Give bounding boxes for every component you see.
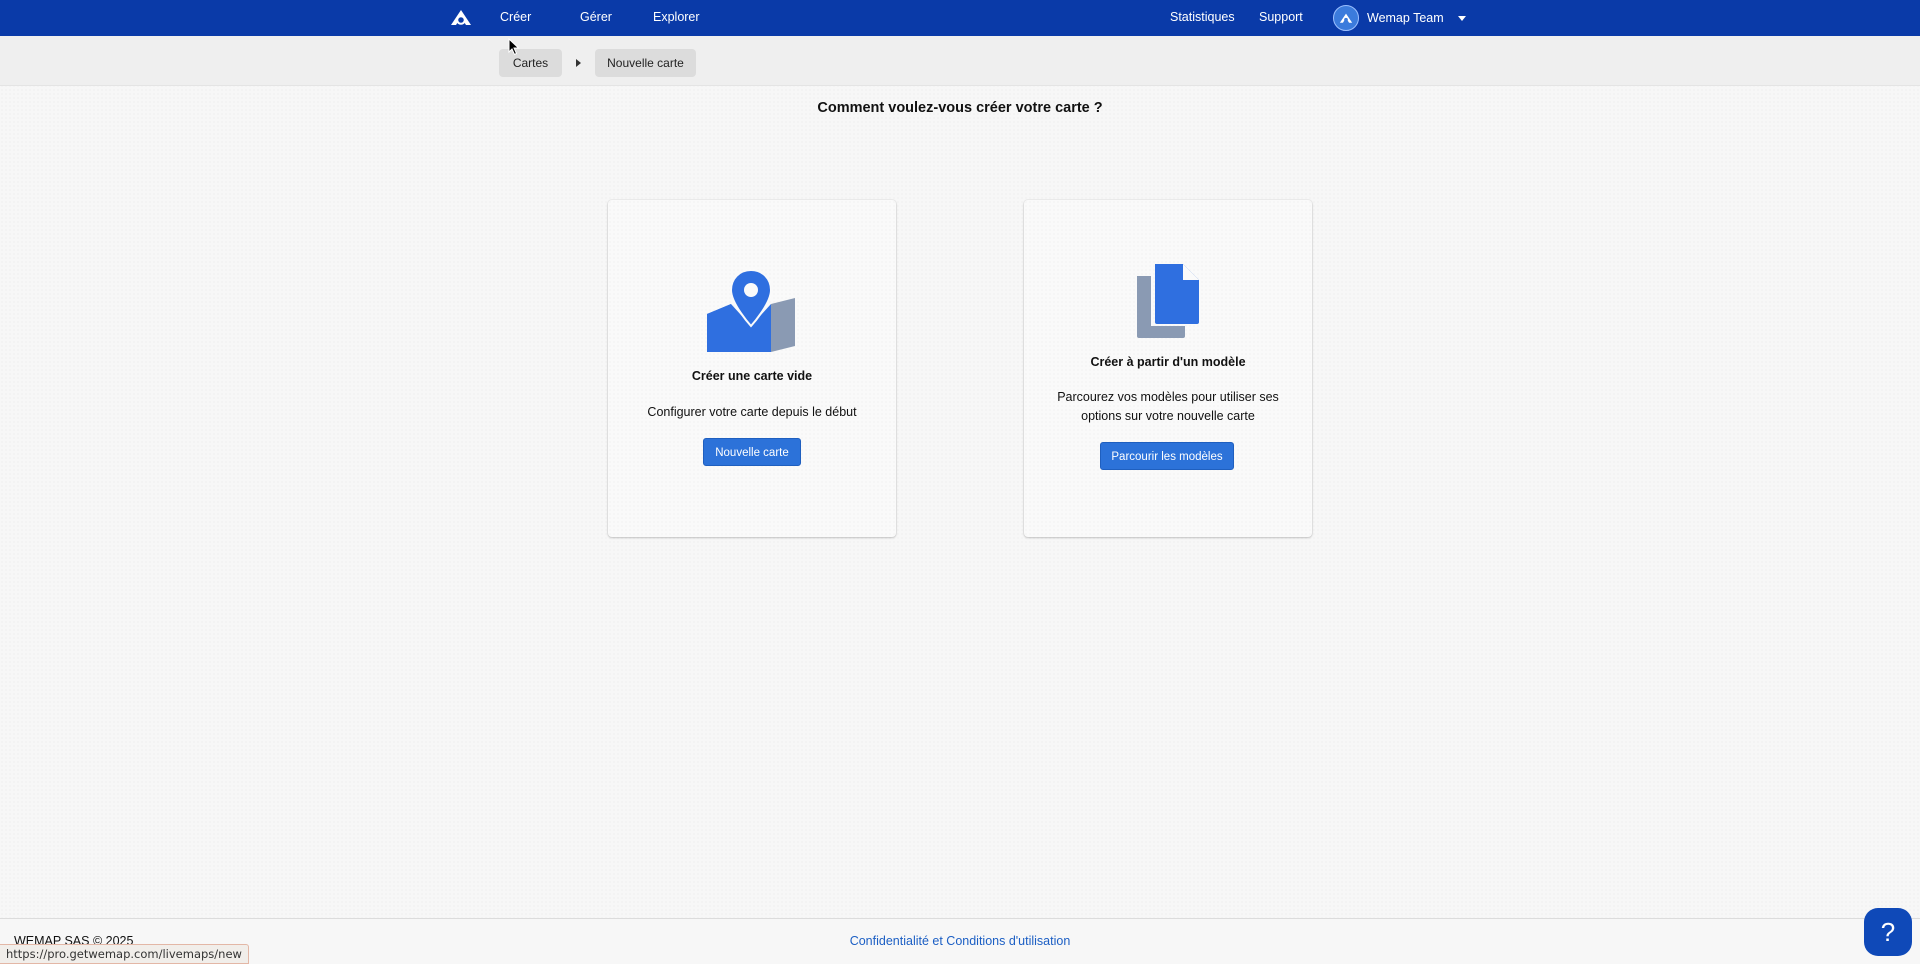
nav-support[interactable]: Support [1259, 0, 1303, 36]
create-from-template-card: Créer à partir d'un modèle Parcourez vos… [1024, 200, 1312, 537]
nav-create[interactable]: Créer [500, 0, 531, 36]
legal-link-row: Confidentialité et Conditions d'utilisat… [0, 934, 1920, 948]
user-menu[interactable]: Wemap Team [1333, 5, 1466, 31]
chevron-down-icon [1457, 15, 1466, 21]
privacy-terms-link[interactable]: Confidentialité et Conditions d'utilisat… [850, 934, 1071, 948]
browse-templates-button[interactable]: Parcourir les modèles [1100, 442, 1234, 470]
breadcrumb-new-map[interactable]: Nouvelle carte [595, 49, 696, 77]
new-map-button[interactable]: Nouvelle carte [703, 438, 801, 466]
wemap-avatar-icon [1339, 13, 1353, 23]
mouse-cursor-icon [508, 38, 520, 56]
card-description: Parcourez vos modèles pour utiliser ses … [1057, 390, 1279, 423]
wemap-logo-icon[interactable] [448, 8, 474, 28]
breadcrumb: Cartes Nouvelle carte [0, 36, 1920, 86]
user-name: Wemap Team [1367, 11, 1444, 25]
help-button[interactable]: ? [1864, 908, 1912, 956]
nav-explore[interactable]: Explorer [653, 0, 700, 36]
question-icon: ? [1880, 917, 1896, 947]
top-navbar: Créer Gérer Explorer Statistiques Suppor… [0, 0, 1920, 36]
chevron-right-icon [576, 59, 581, 67]
copy-document-icon [1137, 264, 1199, 338]
status-bar-url: https://pro.getwemap.com/livemaps/new [0, 944, 249, 964]
nav-statistics[interactable]: Statistiques [1170, 0, 1235, 36]
nav-manage[interactable]: Gérer [580, 0, 612, 36]
page-title: Comment voulez-vous créer votre carte ? [817, 100, 1103, 116]
map-pin-icon [707, 268, 795, 352]
card-title: Créer une carte vide [691, 369, 813, 383]
card-title: Créer à partir d'un modèle [1090, 355, 1246, 369]
footer: WEMAP SAS © 2025 Confidentialité et Cond… [0, 918, 1920, 964]
avatar [1333, 5, 1359, 31]
create-empty-map-card: Créer une carte vide Configurer votre ca… [608, 200, 896, 537]
card-description: Configurer votre carte depuis le début [647, 405, 857, 419]
